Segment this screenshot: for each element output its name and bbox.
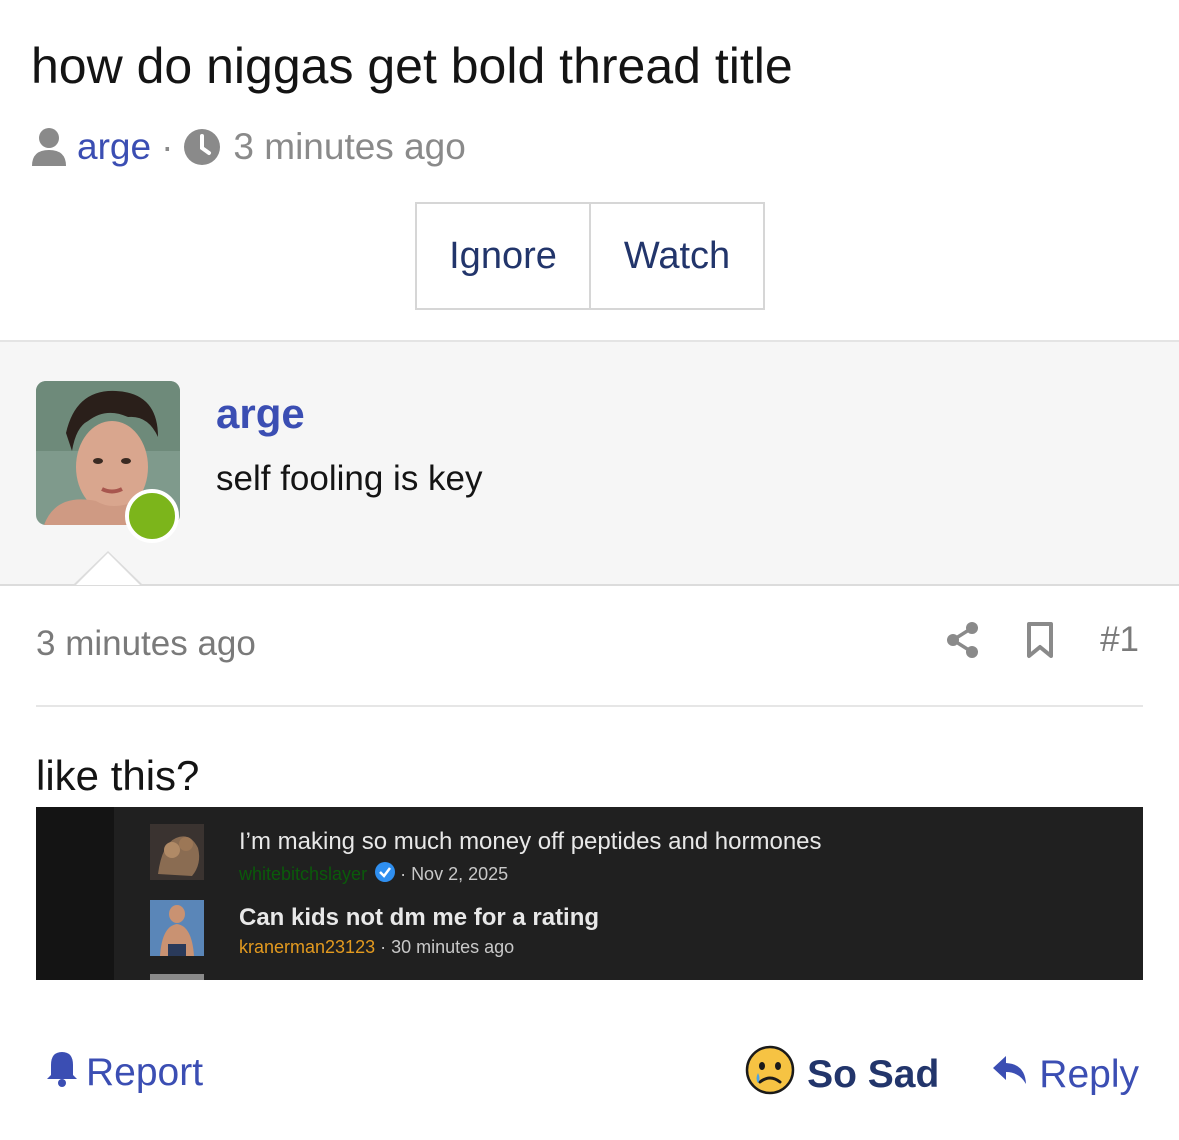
embed-sidebar (36, 807, 114, 980)
thread-action-buttons: Ignore Watch (415, 202, 765, 310)
header-pointer (74, 551, 142, 585)
post-user-header: arge self fooling is key (0, 340, 1179, 586)
reaction-label: So Sad (807, 1053, 940, 1096)
ignore-button[interactable]: Ignore (417, 204, 589, 308)
thread-thumbnail (150, 900, 204, 956)
post-footer-actions: So Sad Reply (745, 1045, 1139, 1105)
thread-date: 30 minutes ago (391, 937, 515, 957)
post-number-link[interactable]: #1 (1100, 620, 1139, 660)
thread-meta: whitebitchslayer · Nov 2, 2025 (239, 862, 508, 887)
post-actions: #1 (946, 620, 1139, 660)
embedded-screenshot: I’m making so much money off peptides an… (36, 807, 1143, 980)
user-icon (31, 127, 67, 167)
online-status-indicator (125, 489, 179, 543)
sad-emoji-icon (745, 1045, 795, 1105)
post-username[interactable]: arge (216, 390, 305, 438)
bookmark-icon[interactable] (1026, 621, 1054, 659)
thread-title: how do niggas get bold thread title (31, 38, 793, 94)
thread-meta: kranerman23123 · 30 minutes ago (239, 937, 514, 958)
share-icon[interactable] (946, 621, 980, 659)
reply-label: Reply (1039, 1053, 1139, 1096)
user-title: self fooling is key (216, 459, 483, 498)
post-divider (36, 705, 1143, 707)
thread-meta: arge · 3 minutes ago (31, 124, 466, 170)
thread-date: Nov 2, 2025 (411, 864, 509, 884)
thread-time: 3 minutes ago (233, 126, 466, 167)
thread-author-link[interactable]: arge (77, 126, 151, 168)
post-date[interactable]: 3 minutes ago (36, 624, 256, 664)
report-label: Report (86, 1051, 204, 1094)
meta-separator: · (380, 937, 387, 957)
thread-author[interactable]: whitebitchslayer (239, 864, 367, 885)
meta-separator: · (161, 126, 174, 167)
thread-link-title[interactable]: Can kids not dm me for a rating (239, 904, 599, 932)
thread-link-title[interactable]: I’m making so much money off peptides an… (239, 828, 822, 856)
clock-icon (183, 128, 221, 166)
thread-author[interactable]: kranerman23123 (239, 937, 375, 958)
meta-separator: · (400, 864, 407, 884)
watch-button[interactable]: Watch (589, 204, 763, 308)
bell-icon (46, 1049, 78, 1097)
reaction-button[interactable]: So Sad (745, 1045, 939, 1105)
report-link[interactable]: Report (46, 1049, 203, 1097)
reply-icon (991, 1053, 1029, 1097)
thread-thumbnail (150, 824, 204, 880)
post-body-text: like this? (36, 752, 200, 799)
verified-icon (375, 862, 396, 887)
thread-thumbnail-cropped (150, 974, 204, 980)
reply-button[interactable]: Reply (991, 1053, 1139, 1097)
